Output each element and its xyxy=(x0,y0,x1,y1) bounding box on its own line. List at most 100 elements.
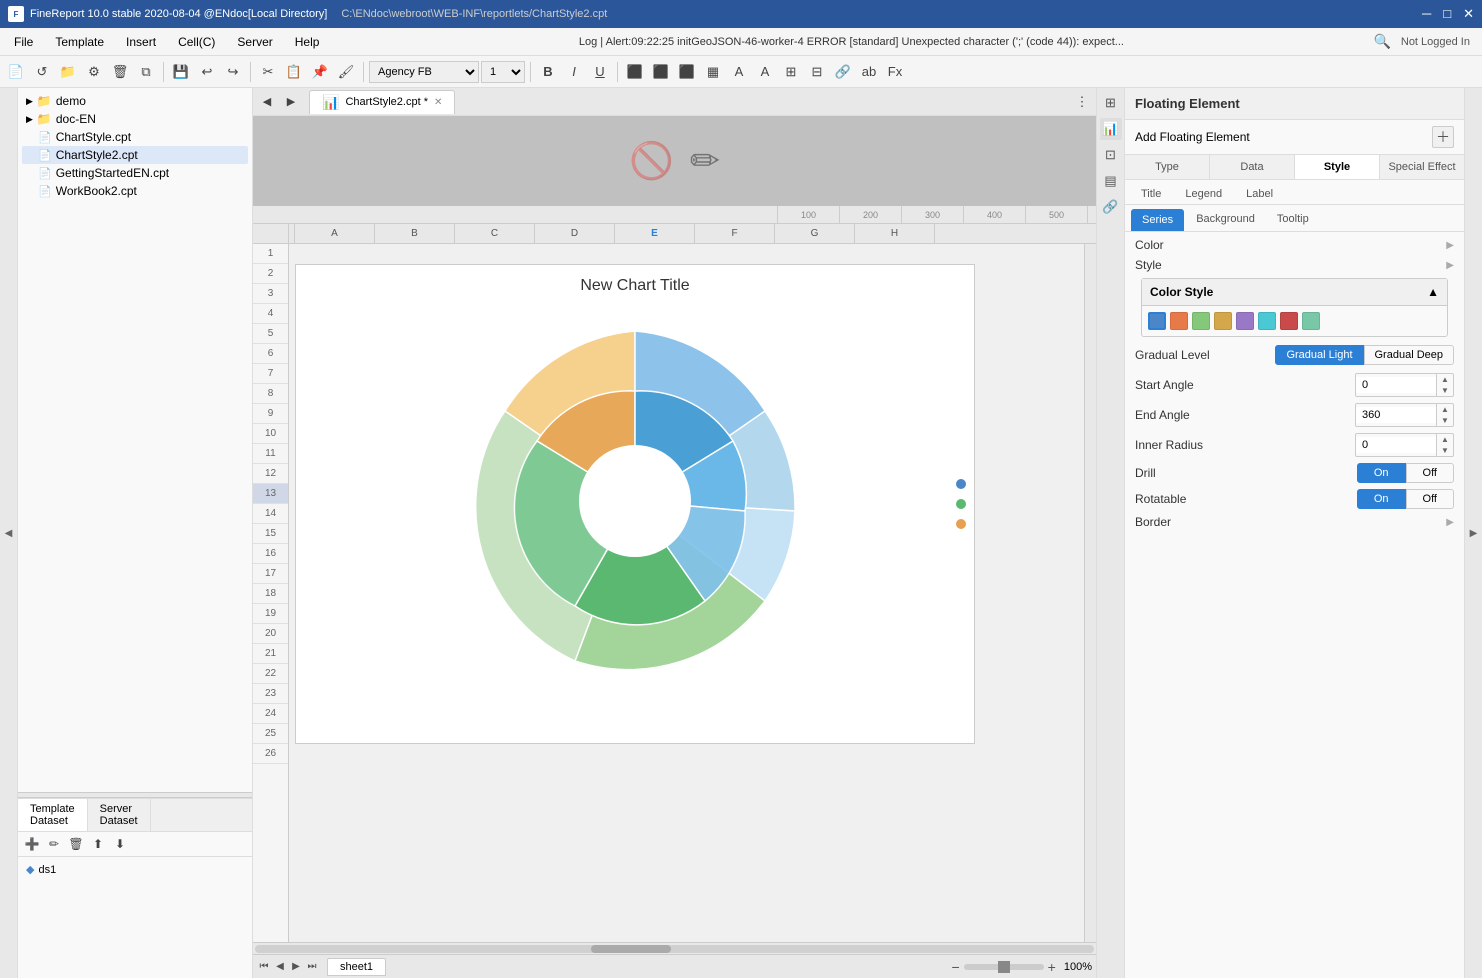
drill-on-btn[interactable]: On xyxy=(1357,463,1406,483)
merge-btn[interactable]: ⊟ xyxy=(805,60,829,84)
rotatable-off-btn[interactable]: Off xyxy=(1406,489,1454,509)
color-expand-icon[interactable]: ▶ xyxy=(1446,240,1454,251)
tree-item-doc-en[interactable]: ▶ 📁 doc-EN xyxy=(22,110,248,128)
swatch-4[interactable] xyxy=(1236,312,1254,330)
style-expand-icon[interactable]: ▶ xyxy=(1446,260,1454,271)
swatch-1[interactable] xyxy=(1170,312,1188,330)
tool-link[interactable]: 🔗 xyxy=(1100,196,1122,218)
format-painter-btn[interactable]: 🖌 xyxy=(334,60,358,84)
edit-dataset-btn[interactable]: ✏ xyxy=(44,834,64,854)
end-angle-field[interactable]: 360 xyxy=(1356,407,1436,423)
tab-chartstyle2[interactable]: 📊 ChartStyle2.cpt * ✕ xyxy=(309,90,455,114)
tool-layout[interactable]: ▤ xyxy=(1100,170,1122,192)
redo-btn[interactable]: ↪ xyxy=(221,60,245,84)
menu-insert[interactable]: Insert xyxy=(116,32,166,52)
border-btn[interactable]: ⊞ xyxy=(779,60,803,84)
h-scroll[interactable] xyxy=(253,942,1096,954)
delete-btn[interactable]: 🗑 xyxy=(108,60,132,84)
new-btn[interactable]: 📄 xyxy=(4,60,28,84)
sheet-tab-1[interactable]: sheet1 xyxy=(327,958,386,976)
minimize-btn[interactable]: ─ xyxy=(1422,6,1431,22)
template-dataset-tab[interactable]: TemplateDataset xyxy=(18,799,88,831)
menu-template[interactable]: Template xyxy=(45,32,114,52)
refresh-btn[interactable]: ↺ xyxy=(30,60,54,84)
folder-btn[interactable]: 📁 xyxy=(56,60,80,84)
inner-radius-field[interactable]: 0 xyxy=(1356,437,1436,453)
login-status[interactable]: Not Logged In xyxy=(1401,36,1470,48)
export-dataset-btn[interactable]: ⬆ xyxy=(88,834,108,854)
gradual-light-btn[interactable]: Gradual Light xyxy=(1275,345,1363,365)
align-right-btn[interactable]: ⬛ xyxy=(675,60,699,84)
add-dataset-btn[interactable]: ➕ xyxy=(22,834,42,854)
menu-help[interactable]: Help xyxy=(285,32,330,52)
series-tab-series[interactable]: Series xyxy=(1131,209,1184,231)
tool-component[interactable]: ⊡ xyxy=(1100,144,1122,166)
bold-btn[interactable]: B xyxy=(536,60,560,84)
highlight-btn[interactable]: A xyxy=(727,60,751,84)
paste-btn[interactable]: 📌 xyxy=(308,60,332,84)
tab-special-effect[interactable]: Special Effect xyxy=(1380,155,1464,179)
start-angle-down[interactable]: ▼ xyxy=(1437,385,1453,396)
menu-file[interactable]: File xyxy=(4,32,43,52)
end-angle-down[interactable]: ▼ xyxy=(1437,415,1453,426)
swatch-5[interactable] xyxy=(1258,312,1276,330)
scroll-thumb[interactable] xyxy=(591,945,671,953)
tab-nav-right[interactable]: ▶ xyxy=(281,92,301,112)
zoom-slider[interactable] xyxy=(964,964,1044,970)
tab-style[interactable]: Style xyxy=(1295,155,1380,179)
save-btn[interactable]: 💾 xyxy=(169,60,193,84)
font-family-select[interactable]: Agency FB xyxy=(369,61,479,83)
inner-radius-input[interactable]: 0 ▲ ▼ xyxy=(1355,433,1454,457)
tree-item-chartstyle[interactable]: 📄 ChartStyle.cpt xyxy=(22,128,248,146)
italic-btn[interactable]: I xyxy=(562,60,586,84)
underline-btn[interactable]: U xyxy=(588,60,612,84)
tab-type[interactable]: Type xyxy=(1125,155,1210,179)
tab-nav-left[interactable]: ◀ xyxy=(257,92,277,112)
font-size-select[interactable]: 1 xyxy=(481,61,525,83)
sub-tab-title[interactable]: Title xyxy=(1131,184,1171,204)
settings-btn[interactable]: ⚙ xyxy=(82,60,106,84)
dataset-item-ds1[interactable]: ◆ ds1 xyxy=(22,861,248,878)
fx-btn[interactable]: Fx xyxy=(883,60,907,84)
tree-item-getting-started[interactable]: 📄 GettingStartedEN.cpt xyxy=(22,164,248,182)
inner-radius-down[interactable]: ▼ xyxy=(1437,445,1453,456)
start-angle-up[interactable]: ▲ xyxy=(1437,374,1453,385)
align-center-btn[interactable]: ⬛ xyxy=(649,60,673,84)
series-tab-tooltip[interactable]: Tooltip xyxy=(1267,209,1319,231)
v-scroll[interactable] xyxy=(1084,244,1096,942)
undo-btn[interactable]: ↩ xyxy=(195,60,219,84)
menu-server[interactable]: Server xyxy=(227,32,282,52)
tool-pointer[interactable]: ⊞ xyxy=(1100,92,1122,114)
inner-radius-up[interactable]: ▲ xyxy=(1437,434,1453,445)
gradual-deep-btn[interactable]: Gradual Deep xyxy=(1364,345,1455,365)
tree-item-demo[interactable]: ▶ 📁 demo xyxy=(22,92,248,110)
tab-data[interactable]: Data xyxy=(1210,155,1295,179)
border-expand-icon[interactable]: ▶ xyxy=(1446,517,1454,528)
series-tab-background[interactable]: Background xyxy=(1186,209,1265,231)
tab-close-btn[interactable]: ✕ xyxy=(434,97,442,108)
table-btn[interactable]: ▦ xyxy=(701,60,725,84)
sheet-nav-next[interactable]: ▶ xyxy=(289,960,303,974)
add-floating-btn[interactable]: ＋ xyxy=(1432,126,1454,148)
swatch-0[interactable] xyxy=(1148,312,1166,330)
maximize-btn[interactable]: □ xyxy=(1443,6,1451,22)
align-left-btn[interactable]: ⬛ xyxy=(623,60,647,84)
note-btn[interactable]: ab xyxy=(857,60,881,84)
tree-item-chartstyle2[interactable]: 📄 ChartStyle2.cpt xyxy=(22,146,248,164)
swatch-6[interactable] xyxy=(1280,312,1298,330)
sidebar-collapse-btn[interactable]: ◀ xyxy=(0,88,18,978)
color-style-expand-icon[interactable]: ▲ xyxy=(1427,285,1439,299)
sheet-nav-first[interactable]: ⏮ xyxy=(257,960,271,974)
sub-tab-legend[interactable]: Legend xyxy=(1175,184,1232,204)
drill-off-btn[interactable]: Off xyxy=(1406,463,1454,483)
sheet-nav-last[interactable]: ⏭ xyxy=(305,960,319,974)
sub-tab-label[interactable]: Label xyxy=(1236,184,1283,204)
delete-dataset-btn[interactable]: 🗑 xyxy=(66,834,86,854)
close-btn[interactable]: ✕ xyxy=(1463,6,1474,22)
start-angle-input[interactable]: 0 ▲ ▼ xyxy=(1355,373,1454,397)
zoom-plus-btn[interactable]: + xyxy=(1048,959,1056,975)
server-dataset-tab[interactable]: ServerDataset xyxy=(88,799,151,831)
import-dataset-btn[interactable]: ⬇ xyxy=(110,834,130,854)
tool-chart[interactable]: 📊 xyxy=(1100,118,1122,140)
zoom-minus-btn[interactable]: − xyxy=(951,959,959,975)
